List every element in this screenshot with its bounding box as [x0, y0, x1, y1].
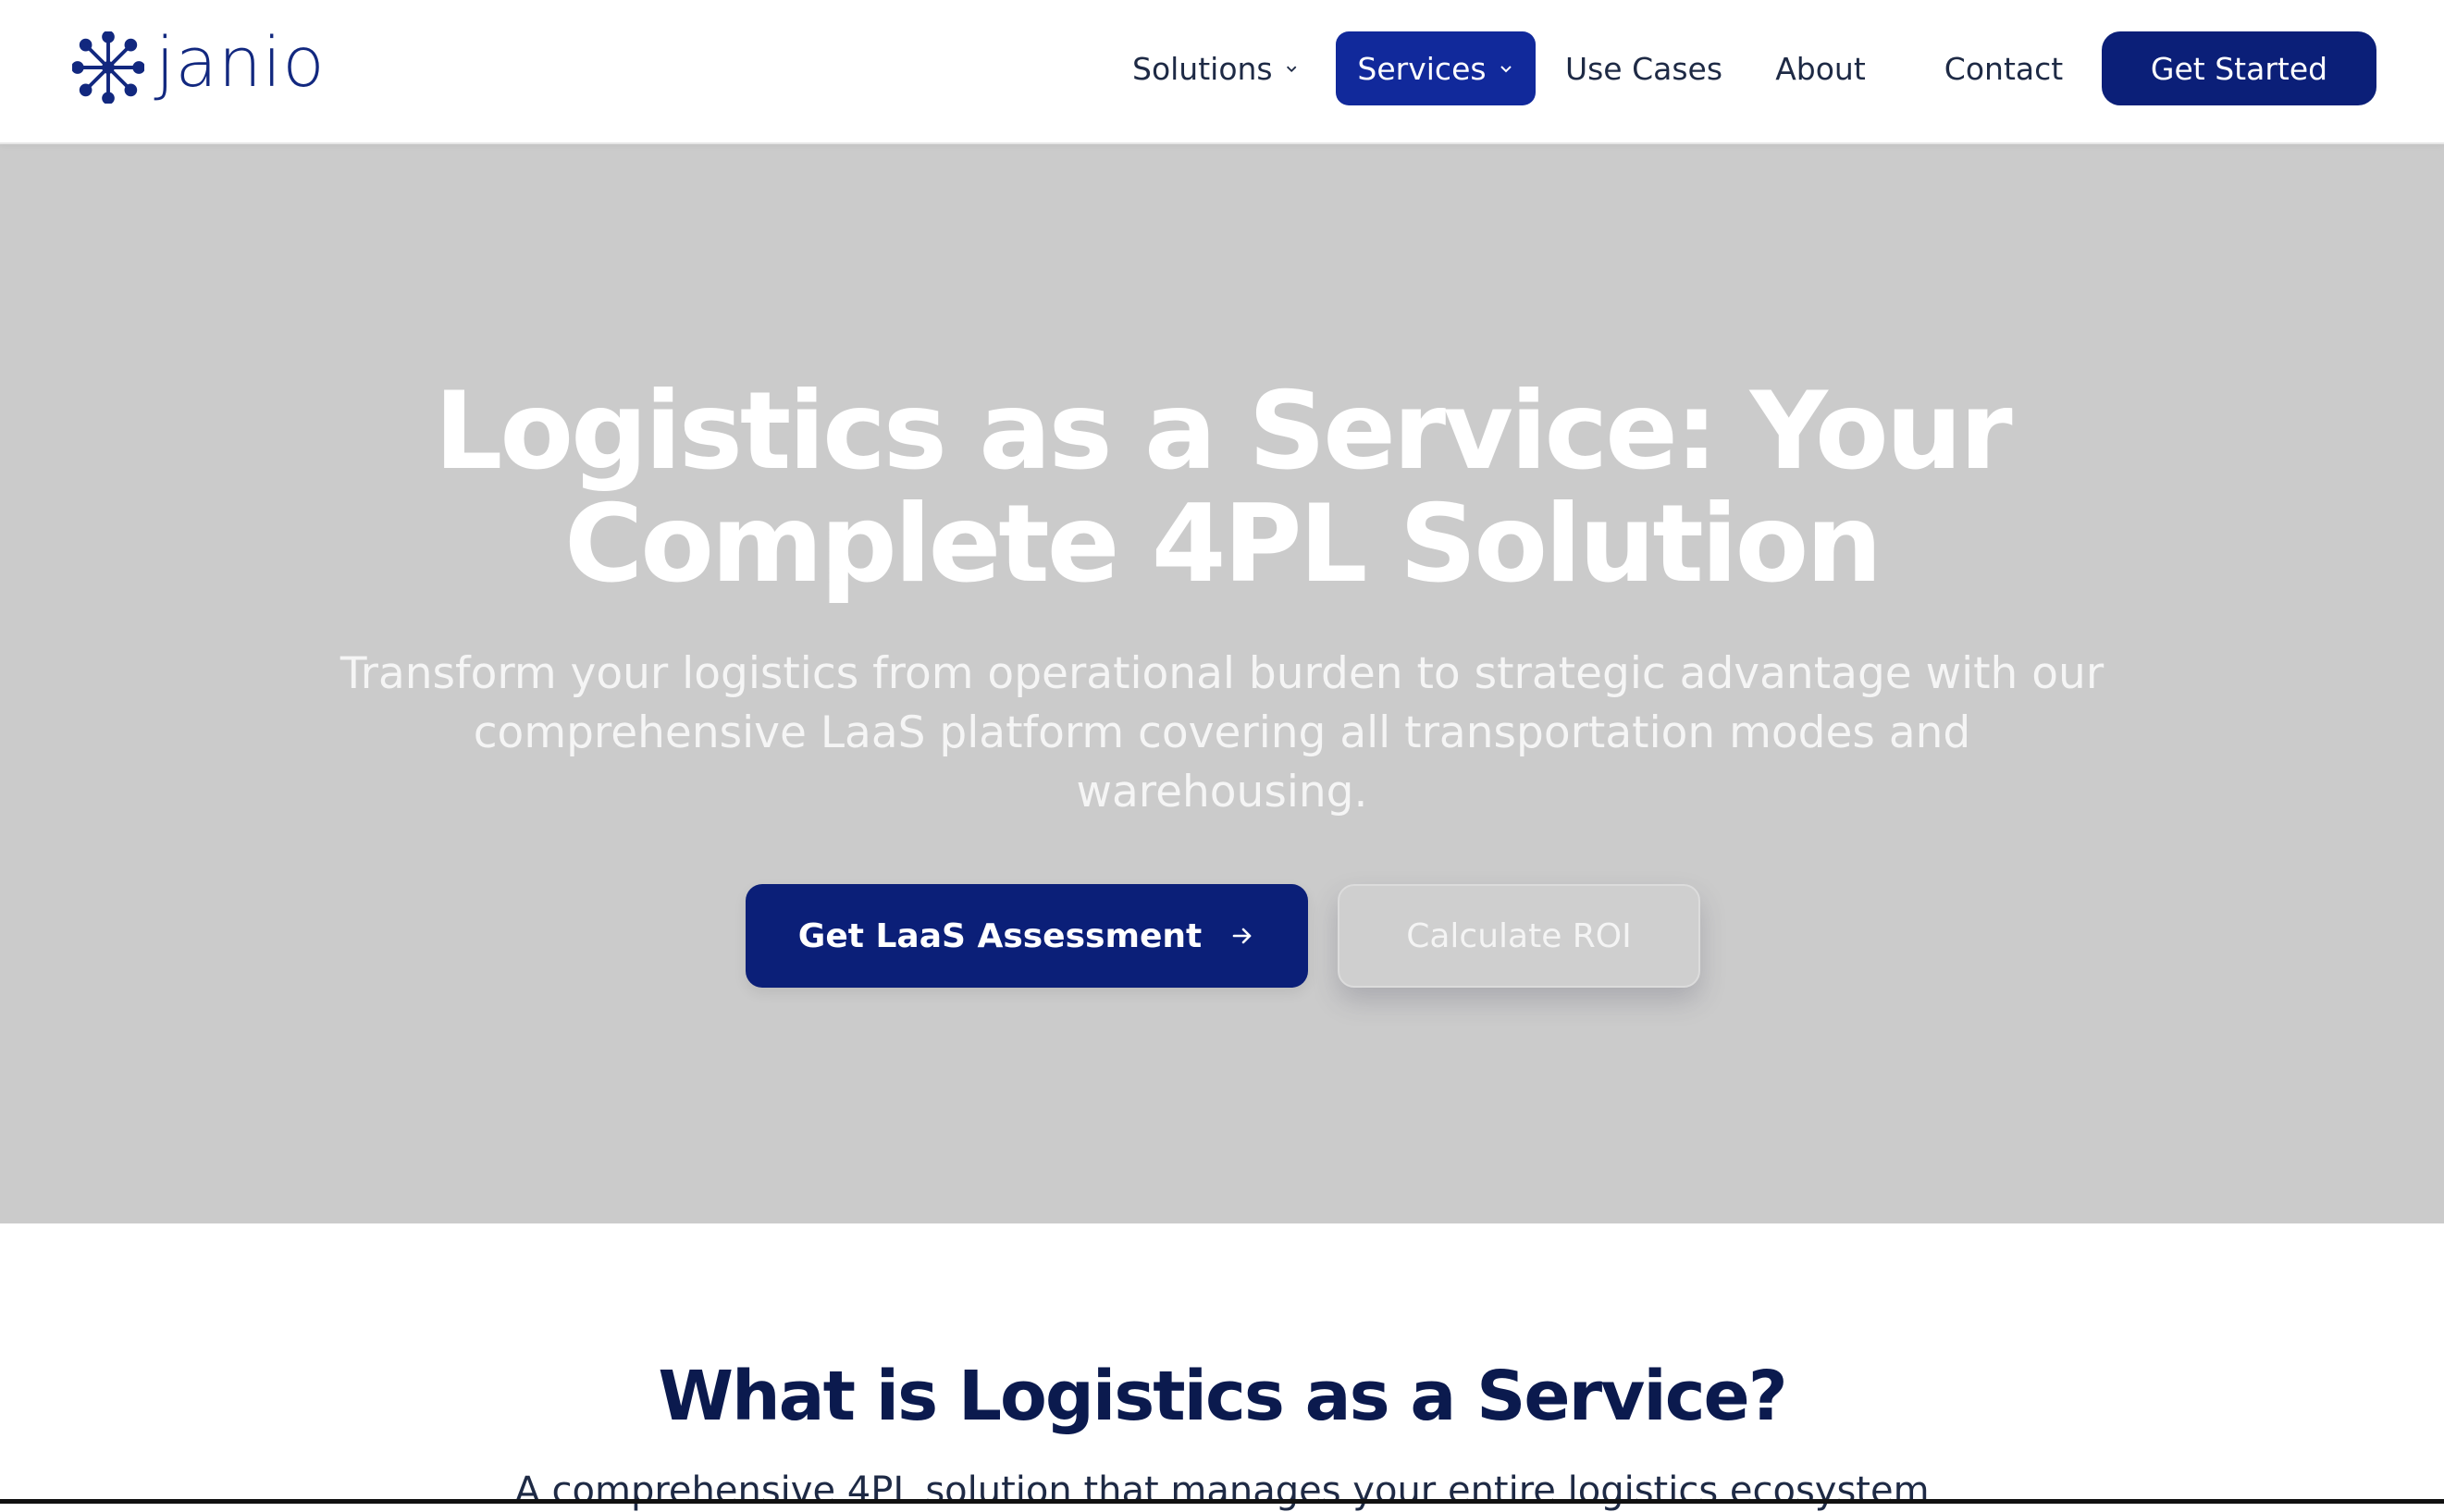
hero-title-line: Logistics as a Service: Your: [434, 369, 2012, 494]
hero-title-line: Complete 4PL Solution: [564, 482, 1882, 607]
divider: [0, 1499, 2444, 1504]
hero-subtitle-line: warehousing.: [1076, 767, 1368, 817]
nav-about[interactable]: About: [1762, 31, 1879, 105]
get-laas-assessment-button[interactable]: Get LaaS Assessment: [746, 884, 1308, 988]
hero-section: Logistics as a Service: Your Complete 4P…: [0, 144, 2444, 1223]
nav-solutions[interactable]: Solutions: [1132, 31, 1299, 105]
hero-subtitle-line: comprehensive LaaS platform covering all…: [473, 707, 1971, 758]
section-subtitle: A comprehensive 4PL solution that manage…: [514, 1469, 1930, 1512]
nav-solutions-label: Solutions: [1132, 50, 1273, 87]
nav-use-cases[interactable]: Use Cases: [1563, 31, 1724, 105]
nav-services-label: Services: [1357, 50, 1487, 87]
hero-title: Logistics as a Service: Your Complete 4P…: [0, 375, 2444, 601]
logo-wordmark: janio: [155, 23, 326, 103]
logo[interactable]: janio: [72, 26, 326, 109]
site-header: janio Solutions Services Use Cases About…: [0, 0, 2444, 144]
hero-subtitle: Transform your logistics from operationa…: [0, 645, 2444, 822]
calculate-roi-button[interactable]: Calculate ROI: [1338, 884, 1700, 988]
hero-subtitle-line: Transform your logistics from operationa…: [339, 648, 2105, 699]
chevron-down-icon: [1286, 66, 1297, 73]
nav-contact[interactable]: Contact: [1933, 31, 2074, 105]
get-started-button[interactable]: Get Started: [2102, 31, 2376, 105]
primary-button-label: Get LaaS Assessment: [797, 916, 1203, 955]
logo-starburst-icon: [72, 31, 144, 104]
arrow-right-icon: [1232, 928, 1252, 944]
chevron-down-icon: [1500, 66, 1512, 73]
nav-services[interactable]: Services: [1336, 31, 1536, 105]
section-title: What is Logistics as a Service?: [658, 1357, 1787, 1436]
